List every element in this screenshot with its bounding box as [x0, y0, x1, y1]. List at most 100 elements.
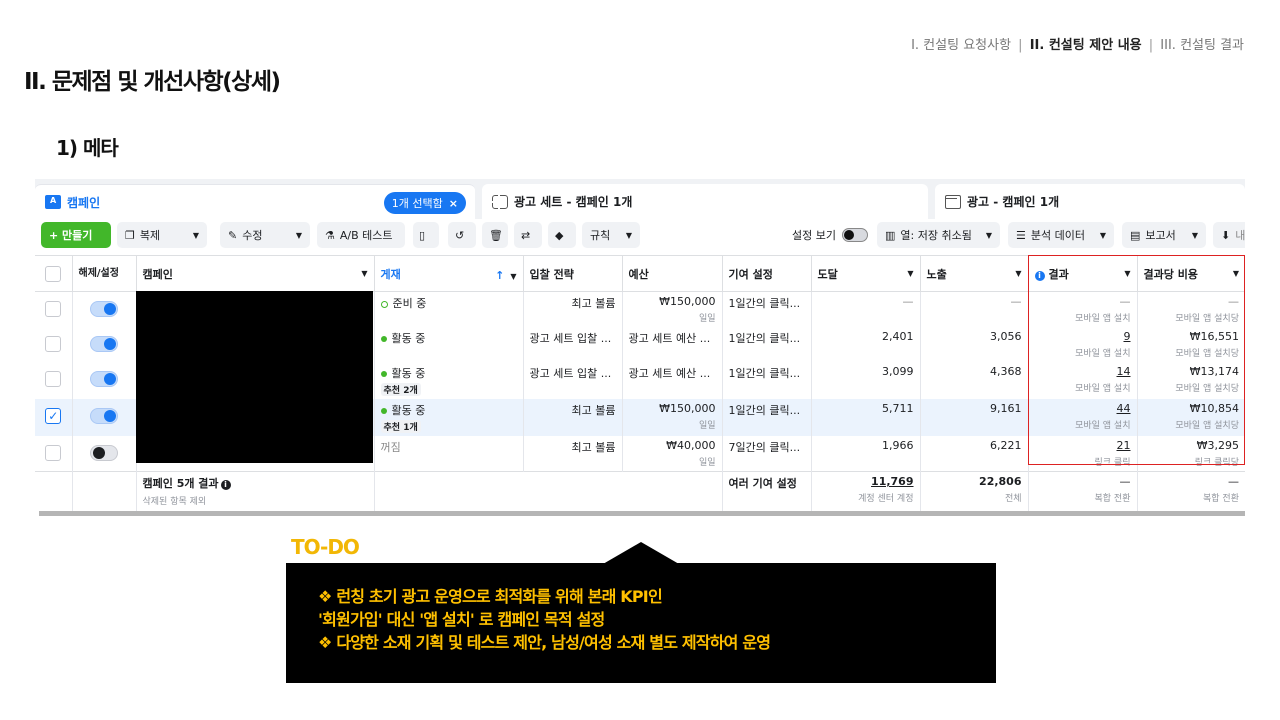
campaign-toggle[interactable]: [90, 336, 118, 352]
results-value[interactable]: 44: [1117, 402, 1131, 415]
tab-campaign[interactable]: 캠페인 1개 선택함 ×: [35, 184, 475, 219]
reach-cell: 5,711: [811, 399, 921, 436]
close-icon[interactable]: ×: [449, 197, 458, 210]
delivery-cell: 준비 중: [374, 291, 524, 327]
bid-cell: 최고 볼륨: [523, 436, 623, 472]
recommendation-badge[interactable]: 추천 1개: [380, 420, 421, 433]
results-value[interactable]: 21: [1117, 439, 1131, 452]
breakdown-button[interactable]: ☰ 분석 데이터 ▼: [1008, 222, 1114, 248]
row-checkbox[interactable]: [45, 301, 62, 317]
impressions-cell: 3,056: [920, 327, 1029, 362]
delivery-status: 활동 중: [391, 404, 426, 417]
delivery-status: 활동 중: [391, 332, 426, 345]
row-checkbox[interactable]: [45, 408, 62, 424]
ab-test-button[interactable]: ⚗ A/B 테스트: [317, 222, 405, 248]
row-toggle-cell: [72, 399, 137, 436]
ad-icon: [945, 194, 961, 209]
row-checkbox[interactable]: [45, 336, 62, 352]
campaign-toggle[interactable]: [90, 371, 118, 387]
folder-icon: [45, 195, 61, 209]
row-checkbox[interactable]: [45, 445, 62, 461]
impressions-cell: —: [920, 291, 1029, 327]
col-impressions-label: 노출: [926, 267, 947, 281]
edit-button[interactable]: ✎ 수정 ▼: [220, 222, 310, 248]
export-button[interactable]: ⬇ 내: [1213, 222, 1245, 248]
create-button[interactable]: + 만들기: [41, 222, 111, 248]
row-select-cell: [35, 399, 73, 436]
rules-label: 규칙: [590, 229, 611, 242]
tab-adset[interactable]: 광고 세트 - 캠페인 1개: [482, 184, 928, 219]
impressions-cell: 9,161: [920, 399, 1029, 436]
col-attribution[interactable]: 기여 설정: [722, 255, 812, 292]
clipboard-icon: ▯: [419, 228, 426, 242]
rules-button[interactable]: 규칙 ▼: [582, 222, 640, 248]
page-title: II. 문제점 및 개선사항(상세): [24, 69, 281, 95]
reports-button[interactable]: ▤ 보고서 ▼: [1122, 222, 1206, 248]
chevron-down-icon: ▼: [1099, 230, 1106, 240]
col-campaign[interactable]: 캠페인 ▼: [136, 255, 375, 292]
reach-cell: —: [811, 291, 921, 327]
campaign-toggle[interactable]: [90, 408, 118, 424]
report-icon: ▤: [1130, 228, 1141, 242]
cost-value: ₩13,174: [1189, 365, 1239, 378]
results-value[interactable]: 9: [1124, 330, 1131, 343]
duplicate-button[interactable]: ❐ 복제 ▼: [117, 222, 207, 248]
col-reach[interactable]: 도달 ▼: [811, 255, 921, 292]
select-all-checkbox[interactable]: [45, 265, 62, 282]
status-dot-icon: [380, 371, 387, 377]
footer-results: — 복합 전환: [1028, 471, 1138, 515]
delivery-status: 꺼짐: [380, 441, 401, 454]
col-results-label: 결과: [1048, 267, 1069, 281]
col-delivery[interactable]: 게재 ↑ ▼: [374, 255, 524, 292]
delivery-cell: 꺼짐: [374, 436, 524, 472]
cost-sub: 모바일 앱 설치당: [1175, 349, 1239, 359]
results-sub: 모바일 앱 설치: [1075, 421, 1131, 431]
campaign-toggle[interactable]: [90, 301, 118, 317]
status-dot-icon: [380, 336, 387, 342]
preview-button[interactable]: ⇄: [514, 222, 542, 248]
breakdown-icon: ☰: [1016, 228, 1026, 242]
col-results[interactable]: i 결과 ▼: [1028, 255, 1138, 292]
selected-count-pill[interactable]: 1개 선택함 ×: [383, 192, 466, 214]
toggle-switch[interactable]: [841, 228, 868, 242]
footer-summary-cell: 캠페인 5개 결과 i 삭제된 항목 제외: [136, 471, 375, 515]
undo-button[interactable]: ↺: [448, 222, 476, 248]
results-sub: 모바일 앱 설치: [1075, 314, 1131, 324]
results-cell: — 모바일 앱 설치: [1028, 291, 1138, 327]
delivery-cell: 활동 중 추천 2개: [374, 362, 524, 399]
columns-button[interactable]: ▥ 열: 저장 취소됨 ▼: [877, 222, 1000, 248]
col-toggle[interactable]: 해제/설정: [72, 255, 137, 292]
selected-count-label: 1개 선택함: [391, 197, 443, 210]
delivery-cell: 활동 중: [374, 327, 524, 362]
footer-cost: — 복합 전환: [1137, 471, 1245, 515]
row-checkbox[interactable]: [45, 371, 62, 387]
tab-bar: 캠페인 1개 선택함 × 광고 세트 - 캠페인 1개 광고 - 캠페인 1개: [35, 179, 1245, 219]
info-icon[interactable]: i: [220, 480, 231, 490]
tag-button[interactable]: ◆: [548, 222, 576, 248]
col-impressions[interactable]: 노출 ▼: [920, 255, 1029, 292]
breadcrumb-item-3: III. 컨설팅 결과: [1160, 38, 1244, 53]
section-title: 1) 메타: [56, 136, 119, 160]
chevron-down-icon: ▼: [295, 230, 302, 240]
todo-line-3: ❖ 다양한 소재 기획 및 테스트 제안, 남성/여성 소재 별도 제작하여 운…: [318, 633, 771, 652]
adset-grid-icon: [491, 193, 508, 209]
campaign-toggle[interactable]: [90, 445, 118, 461]
results-sub: 링크 클릭: [1094, 458, 1131, 468]
tab-ad[interactable]: 광고 - 캠페인 1개: [935, 184, 1245, 219]
delete-button[interactable]: 🗑: [482, 222, 508, 248]
impressions-cell: 4,368: [920, 362, 1029, 399]
col-cost[interactable]: 결과당 비용 ▼: [1137, 255, 1245, 292]
breadcrumb-item-2: II. 컨설팅 제안 내용: [1029, 38, 1142, 53]
chevron-down-icon: ▼: [907, 269, 914, 278]
recommendation-badge[interactable]: 추천 2개: [380, 383, 421, 396]
clipboard-button[interactable]: ▯: [413, 222, 439, 248]
view-setting-toggle[interactable]: 설정 보기: [792, 222, 868, 248]
results-value[interactable]: 14: [1117, 365, 1131, 378]
todo-label: TO-DO: [291, 535, 360, 559]
columns-icon: ▥: [885, 228, 896, 242]
col-budget[interactable]: 예산: [622, 255, 723, 292]
edit-label: 수정: [242, 229, 263, 242]
todo-line-2: '회원가입' 대신 '앱 설치' 로 캠페인 목적 설정: [318, 610, 605, 629]
col-bid[interactable]: 입찰 전략: [523, 255, 623, 292]
footer-reach-value[interactable]: 11,769: [871, 475, 913, 488]
